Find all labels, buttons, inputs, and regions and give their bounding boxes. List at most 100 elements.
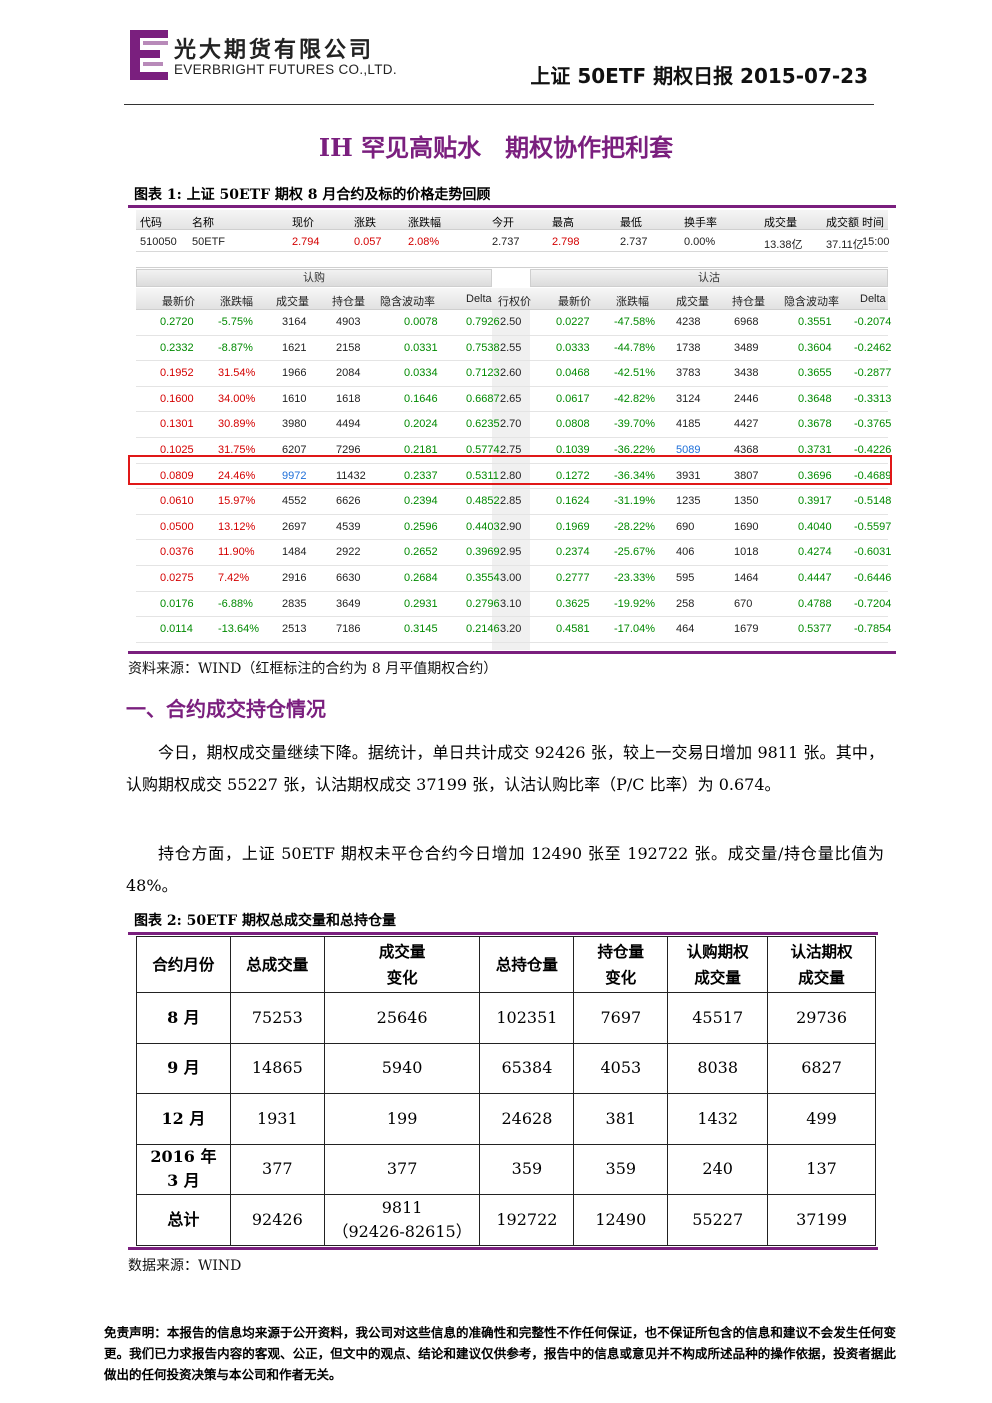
option-cell: 2835 [282,597,307,610]
option-cell: 4427 [734,418,759,431]
report-title: 上证 50ETF 期权日报 2015-07-23 [530,64,868,88]
option-cell: -0.7204 [854,597,892,610]
option-cell: 0.4852 [466,495,500,508]
col-header-call-volume: 认购期权 成交量 [667,936,769,993]
table-cell-oichg: 12490 [573,1194,669,1246]
option-cell: 2158 [336,341,361,354]
quote-header-cell: 现价 [292,217,314,229]
table-cell-vol: 1931 [229,1093,325,1145]
quote-value-cell: 50ETF [192,236,226,248]
option-cell: 0.7926 [466,316,500,328]
option-column-header: 涨跌幅 [220,296,253,308]
option-column-header: 持仓量 [732,296,765,308]
option-cell: -0.3313 [854,392,892,405]
section1-heading: 一、合约成交持仓情况 [126,697,326,721]
option-cell: -8.87% [218,341,253,354]
company-logo: 光大期货有限公司 EVERBRIGHT FUTURES CO.,LTD. [130,30,430,82]
option-cell: 1966 [282,367,307,380]
disclaimer: 免责声明：本报告的信息均来源于公开资料，我公司对这些信息的准确性和完整性不作任何… [104,1325,896,1382]
table-cell-call: 45517 [667,992,769,1044]
table-cell-chg: 377 [323,1143,481,1195]
table-header-row: 合约月份 总成交量 成交量 变化 总持仓量 持仓量 变化 认购期权 成交量 认沽期权成… [136,936,876,993]
option-cell: 31.54% [218,367,256,380]
quote-value-cell: 2.798 [552,236,580,248]
option-cell: -6.88% [218,597,253,610]
figure2-caption: 图表 2: 50ETF 期权总成交量和总持仓量 [134,913,397,929]
option-cell: 2916 [282,572,307,584]
option-cell: 0.1646 [404,392,438,405]
quote-header-cell: 名称 [192,217,214,229]
option-cell: -0.6446 [854,572,892,584]
option-cell: -5.75% [218,316,253,328]
option-cell: 3164 [282,316,307,328]
option-cell: 1018 [734,546,759,559]
option-cell: 0.0275 [160,572,194,584]
figure2-bottom-rule [128,1247,878,1250]
table-cell-oichg: 381 [573,1093,669,1145]
option-cell: -0.5148 [854,495,892,508]
table-cell-oi: 102351 [479,992,575,1044]
option-cell: 0.1600 [160,392,194,405]
quote-header-cell: 代码 [140,217,162,229]
option-column-header: Delta [860,293,886,305]
option-cell: 0.3655 [798,367,832,380]
option-cell: -42.51% [614,367,655,380]
col-header-month: 合约月份 [136,936,231,993]
table-cell-put: 29736 [767,992,876,1044]
call-band: 认购 [136,269,492,287]
option-cell: 3124 [676,392,701,405]
option-cell: 690 [676,520,695,533]
option-cell: 0.0333 [556,341,590,354]
option-row: 0.0114 -13.64% 2513 7186 0.3145 0.2146 3.20 0.4… [136,617,891,643]
option-cell: -0.5597 [854,520,892,533]
option-cell: 0.3554 [466,572,500,584]
option-cell: -42.82% [614,392,655,405]
option-cell: -47.58% [614,316,655,328]
option-cell: 2.90 [500,520,522,533]
option-column-header: 隐含波动率 [784,296,839,308]
option-cell: 0.4403 [466,520,500,533]
option-cell: 3980 [282,418,307,431]
option-row: 0.2720 -5.75% 3164 4903 0.0078 0.7926 2.50 0.02… [136,310,892,336]
table-row: 总计 92426 9811 （92426-82615） 192722 12490 55227… [136,1194,876,1246]
option-cell: 595 [676,572,695,584]
option-cell: 2922 [336,546,361,559]
table-row: 8 月 75253 25646 102351 7697 45517 29736 [136,992,876,1044]
option-cell: 0.0468 [556,367,590,380]
option-cell: 0.0334 [404,367,438,380]
option-cell: 7186 [336,623,361,636]
option-cell: 0.0114 [160,623,193,636]
quote-value-cell: 13.38亿 [764,239,803,251]
option-cell: -23.33% [614,572,655,584]
option-cell: 0.0176 [160,597,194,610]
option-cell: 4539 [336,520,361,533]
volume-oi-table: 合约月份 总成交量 成交量 变化 总持仓量 持仓量 变化 认购期权 成交量 认沽期权成… [136,936,876,1246]
option-cell: 0.3678 [798,418,832,431]
option-cell: 1690 [734,520,759,533]
option-cell: 1738 [676,341,701,354]
option-cell: 0.3648 [798,392,832,405]
option-cell: 0.3625 [556,597,590,610]
option-quote-screenshot: 代码 名称 现价 涨跌 涨跌幅 今开 最高 最低 换手率 成交量 成交额 时间 510050 50ETF… [136,210,892,650]
option-cell: -0.2074 [854,316,892,328]
table-cell-oichg: 4053 [573,1042,669,1094]
option-cell: 0.7538 [466,341,500,354]
option-cell: 0.2394 [404,495,438,508]
quote-header-cell: 最高 [552,217,574,229]
option-column-header: 涨跌幅 [616,296,649,308]
figure2-top-rule [128,932,878,935]
table-cell-vol: 377 [229,1143,325,1195]
option-cell: 2.70 [500,418,522,431]
table-cell-month: 2016 年3 月 [136,1143,231,1195]
quote-value-cell: 0.00% [684,236,716,248]
figure1-bottom-rule [128,651,896,654]
option-cell: -17.04% [614,623,655,636]
option-cell: 0.2796 [466,597,500,610]
option-row: 0.1301 30.89% 3980 4494 0.2024 0.6235 2.70 0.08… [136,412,891,438]
option-cell: 6626 [336,495,361,508]
option-cell: 0.5377 [798,623,832,636]
option-cell: 4238 [676,316,701,328]
table-cell-oichg: 7697 [573,992,669,1044]
table-cell-put: 137 [767,1143,876,1195]
figure1-source: 资料来源：WIND（红框标注的合约为 8 月平值期权合约） [128,661,498,677]
